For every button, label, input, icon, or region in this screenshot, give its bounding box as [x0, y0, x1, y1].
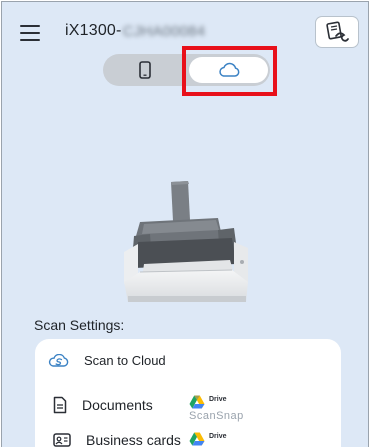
scan-to-cloud-row[interactable]: Scan to Cloud	[48, 353, 166, 368]
business-card-icon	[53, 433, 71, 447]
documents-label: Documents	[82, 397, 153, 413]
scan-settings-label: Scan Settings:	[34, 317, 125, 333]
document-icon	[53, 396, 67, 414]
google-drive-icon	[189, 395, 205, 409]
business-cards-row[interactable]: Business cards	[53, 432, 181, 447]
app-screen: iX1300- CJHA00084 Scan Settings: Scan to…	[1, 1, 369, 447]
scan-to-cloud-label: Scan to Cloud	[84, 353, 166, 368]
business-cards-destination: Drive	[189, 432, 227, 446]
scan-profile-button[interactable]	[316, 17, 358, 47]
drive-service-label: Drive	[209, 396, 227, 403]
google-drive-icon	[189, 432, 205, 446]
scan-profile-icon	[326, 21, 349, 42]
drive-service-label: Drive	[209, 433, 227, 440]
hamburger-menu-icon[interactable]	[20, 25, 40, 41]
business-cards-label: Business cards	[86, 432, 181, 447]
documents-row[interactable]: Documents	[53, 396, 153, 414]
smartphone-icon	[139, 61, 151, 79]
device-mode-tab[interactable]	[103, 54, 187, 86]
device-model-label: iX1300-	[65, 22, 122, 39]
cloud-tab-highlight	[182, 46, 277, 96]
scansnap-folder-label: ScanSnap	[189, 410, 244, 422]
scanner-image	[124, 181, 248, 302]
scan-settings-card[interactable]: Scan to Cloud Documents Drive ScanSnap B…	[35, 339, 341, 447]
device-name: iX1300- CJHA00084	[65, 22, 205, 40]
documents-destination: Drive ScanSnap	[189, 395, 244, 422]
scansnap-cloud-icon	[48, 353, 69, 367]
device-serial-obscured: CJHA00084	[122, 22, 206, 40]
